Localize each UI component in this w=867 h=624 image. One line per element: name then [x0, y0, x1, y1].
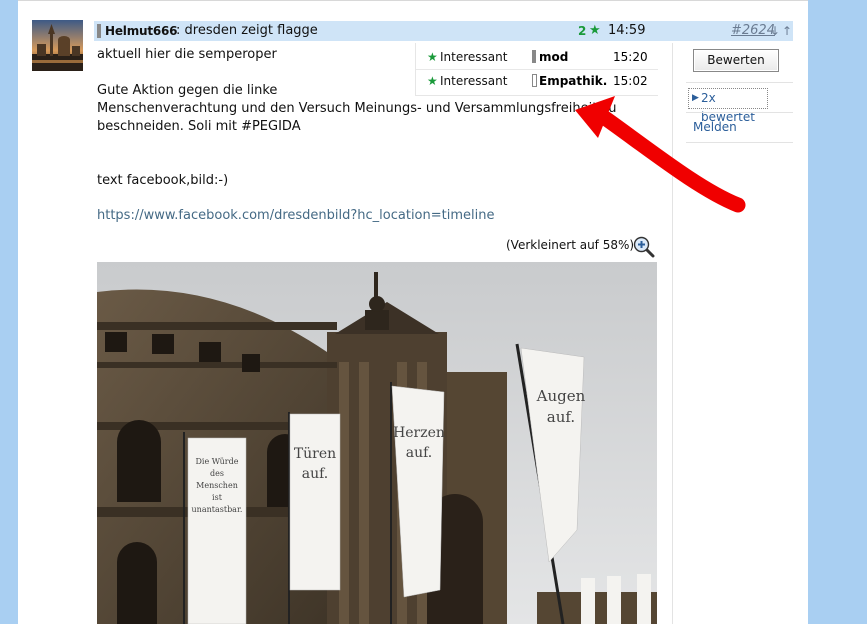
banner-4-line: Augen: [536, 387, 586, 405]
rating-time: 15:20: [613, 50, 648, 64]
rating-row: ★ Interessant Empathik. 15:02: [416, 69, 658, 93]
post-header: Helmut666 : dresden zeigt flagge 2 ★ 14:…: [94, 21, 793, 41]
body-blank: [97, 136, 657, 154]
banner-2-line: auf.: [302, 466, 329, 482]
sidebar-divider: [672, 43, 673, 624]
rating-label: Interessant: [440, 74, 508, 88]
rating-user[interactable]: mod: [539, 45, 568, 69]
sidebar-separator: [686, 112, 793, 113]
banner-1-line: unantastbar.: [192, 505, 243, 514]
rating-row: ★ Interessant mod 15:20: [416, 45, 658, 70]
facebook-link[interactable]: https://www.facebook.com/dresdenbild?hc_…: [97, 208, 494, 223]
ratings-panel: ★ Interessant mod 15:20 ★ Interessant Em…: [415, 43, 658, 96]
top-divider: [18, 0, 808, 1]
rated-toggle[interactable]: ▶ 2x bewertet: [688, 88, 768, 124]
banner-1-line: Die Würde: [196, 457, 239, 466]
post-number-link[interactable]: #2624: [731, 21, 775, 41]
triangle-right-icon: ▶: [692, 93, 699, 103]
banner-3-line: Herzen: [393, 425, 445, 441]
banner-3-line: auf.: [406, 445, 433, 461]
user-status-marker: [532, 74, 537, 87]
page: Helmut666 : dresden zeigt flagge 2 ★ 14:…: [18, 0, 808, 624]
avatar[interactable]: [32, 20, 83, 71]
author-status-marker: [97, 24, 101, 38]
user-status-marker: [532, 50, 536, 63]
report-link[interactable]: Melden: [693, 120, 737, 134]
post-title: : dresden zeigt flagge: [176, 23, 318, 38]
sidebar-separator: [686, 82, 793, 83]
banner-2-line: Türen: [294, 446, 336, 462]
star-icon: ★: [427, 50, 438, 64]
rating-count: 2: [578, 24, 587, 38]
body-line: beschneiden. Soli mit #PEGIDA: [97, 119, 301, 134]
shrink-note: (Verkleinert auf 58%): [506, 238, 635, 252]
body-line: Menschenverachtung und den Versuch Meinu…: [97, 101, 617, 116]
body-blank: [97, 154, 657, 172]
rating-label: Interessant: [440, 50, 508, 64]
zoom-in-icon[interactable]: [633, 236, 655, 258]
banner-1-line: Menschen: [196, 481, 238, 490]
rating-user[interactable]: Empathik.: [539, 69, 607, 93]
banner-1-line: des: [210, 469, 224, 478]
arrow-down-icon[interactable]: ↓: [770, 21, 780, 41]
rating-time: 15:02: [613, 74, 648, 88]
star-icon: ★: [589, 23, 601, 38]
author-name[interactable]: Helmut666: [105, 21, 178, 41]
sidebar-separator: [686, 142, 793, 143]
body-line: text facebook,bild:-): [97, 173, 229, 188]
arrow-up-icon[interactable]: ↑: [782, 21, 792, 41]
star-icon: ★: [427, 74, 438, 88]
rate-button[interactable]: Bewerten: [693, 49, 779, 72]
banner-4-line: auf.: [547, 408, 575, 426]
post-time: 14:59: [608, 23, 646, 38]
post-image[interactable]: Die Würde des Menschen ist unantastbar. …: [97, 262, 657, 624]
banner-1-line: ist: [212, 493, 223, 502]
